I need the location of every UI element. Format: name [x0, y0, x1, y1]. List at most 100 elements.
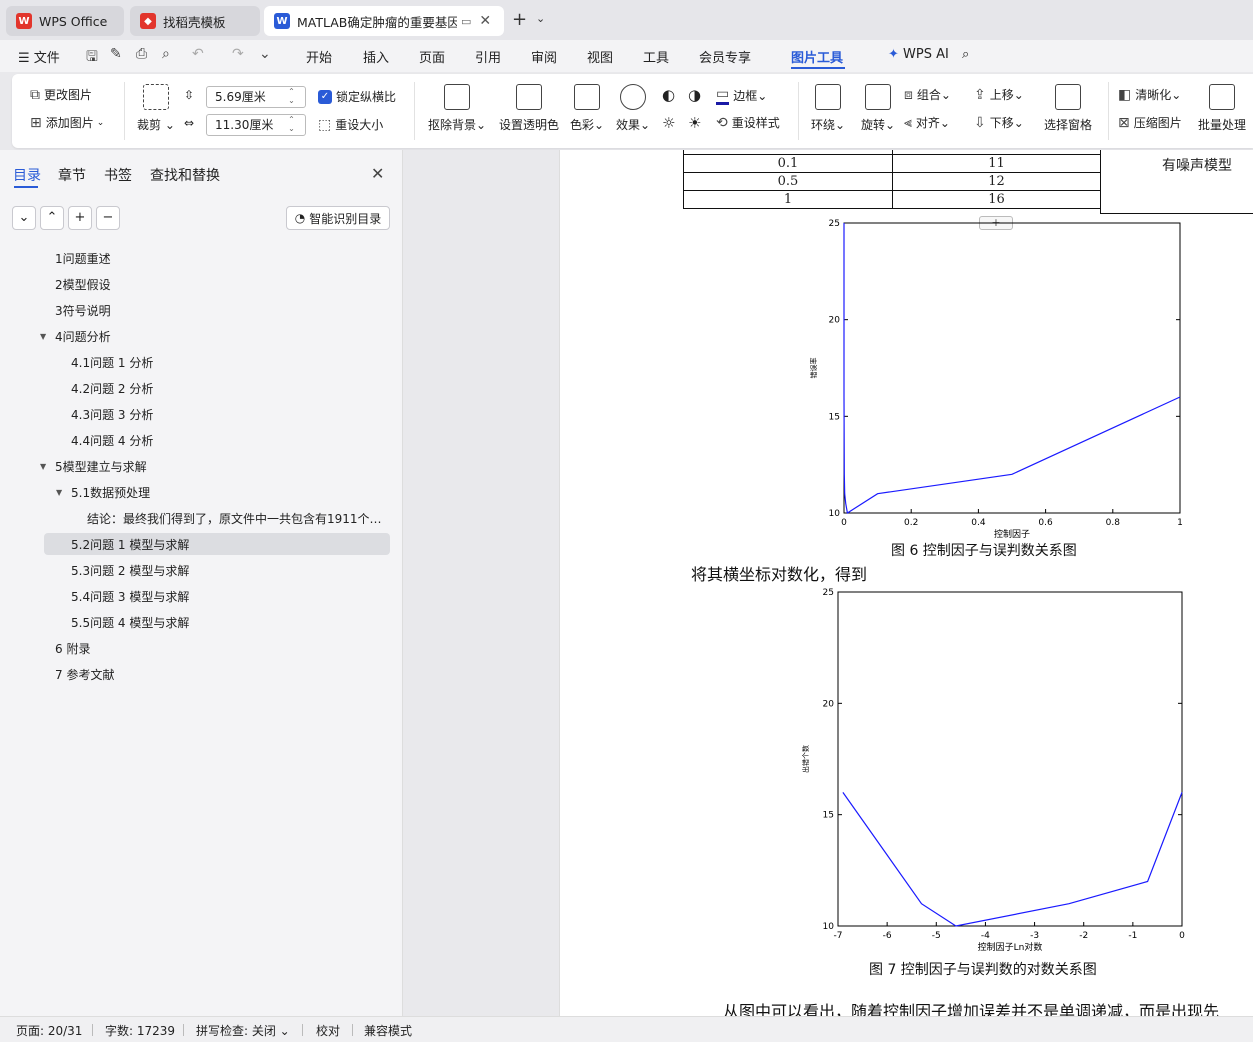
print-preview-icon[interactable]: ⌕	[162, 46, 170, 62]
chart-figure-6[interactable]: 0 0.2 0.4 0.6 0.8 1 10 15 20 25 控制因子 错误率	[796, 218, 1196, 540]
toc-item[interactable]: 5.4问题 3 模型与求解	[71, 586, 189, 608]
panel-tab-find-replace[interactable]: 查找和替换	[150, 165, 220, 185]
table-cell[interactable]: 0.1	[683, 154, 893, 173]
close-icon[interactable]: ✕	[371, 164, 384, 183]
bring-forward-button[interactable]: ⇪ 上移 ⌄	[974, 86, 1024, 103]
toc-item[interactable]: 4问题分析	[55, 326, 111, 348]
menu-tools[interactable]: 工具	[643, 47, 669, 66]
add-level-button[interactable]: +	[68, 206, 92, 230]
tab-document[interactable]: W MATLAB确定肿瘤的重要基因 ▭ ✕	[264, 6, 504, 36]
toc-expand-toggle-icon[interactable]: ▼	[40, 332, 46, 341]
collapse-up-button[interactable]: ⌃	[40, 206, 64, 230]
table-cell[interactable]: 1	[683, 190, 893, 209]
table-cell[interactable]: 16	[892, 190, 1101, 209]
page-indicator[interactable]: 页面: 20/31	[16, 1022, 82, 1039]
monitor-icon[interactable]: ▭	[461, 15, 471, 28]
send-backward-button[interactable]: ⇩ 下移 ⌄	[974, 114, 1024, 131]
compress-picture-button[interactable]: ⊠ 压缩图片	[1118, 114, 1182, 131]
toc-item[interactable]: 5模型建立与求解	[55, 456, 147, 478]
table-cell[interactable]: 12	[892, 172, 1101, 191]
group-button[interactable]: ⧈ 组合 ⌄	[904, 86, 951, 103]
save-icon[interactable]: 🖫	[86, 46, 98, 70]
batch-process-button[interactable]: 批量处理	[1194, 84, 1250, 133]
crop-button[interactable]: 裁剪 ⌄	[124, 84, 188, 133]
compress-icon: ⊠	[1118, 114, 1130, 131]
brightness-decrease-icon[interactable]: ◑	[688, 86, 701, 104]
menu-file[interactable]: ☰ 文件	[18, 47, 60, 66]
contrast-increase-icon[interactable]: ☼	[662, 114, 675, 132]
y-axis-label: 错误率	[809, 358, 818, 379]
toc-item[interactable]: 7 参考文献	[55, 664, 114, 686]
toc-item[interactable]: 3符号说明	[55, 300, 111, 322]
toc-item[interactable]: 1问题重述	[55, 248, 111, 270]
toc-item[interactable]: 4.2问题 2 分析	[71, 378, 153, 400]
set-transparent-button[interactable]: 设置透明色	[496, 84, 562, 133]
toc-item[interactable]: 结论：最终我们得到了，原文件中一共包含有1911个…	[87, 508, 382, 530]
toc-item[interactable]: 4.1问题 1 分析	[71, 352, 153, 374]
effect-button[interactable]: 效果⌄	[610, 84, 656, 133]
button-label: 组合	[916, 88, 941, 102]
wrap-button[interactable]: 环绕⌄	[802, 84, 854, 133]
reset-size-button[interactable]: ⬚ 重设大小	[318, 116, 383, 133]
toc-item[interactable]: 5.2问题 1 模型与求解	[71, 534, 189, 556]
search-icon[interactable]: ⌕	[962, 47, 969, 62]
tab-wps-office[interactable]: W WPS Office	[6, 6, 124, 36]
brightness-increase-icon[interactable]: ◐	[662, 86, 675, 104]
lock-ratio-checkbox[interactable]: ✓ 锁定纵横比	[318, 88, 396, 105]
menu-references[interactable]: 引用	[475, 47, 501, 66]
add-picture-button[interactable]: ⊞ 添加图片 ⌄	[30, 114, 104, 131]
x-tick-label: 0.2	[904, 518, 918, 528]
align-button[interactable]: ⫷ 对齐 ⌄	[904, 114, 950, 131]
remove-level-button[interactable]: −	[96, 206, 120, 230]
proofread-button[interactable]: 校对	[316, 1022, 340, 1039]
tab-docer-templates[interactable]: ◆ 找稻壳模板	[130, 6, 260, 36]
contrast-decrease-icon[interactable]: ☀	[688, 114, 701, 132]
color-button[interactable]: 色彩⌄	[564, 84, 610, 133]
border-button[interactable]: ▭ 边框 ⌄	[716, 86, 767, 105]
menu-wps-ai[interactable]: ✦ WPS AI	[888, 47, 949, 62]
button-label: 重设样式	[731, 116, 780, 130]
toc-item[interactable]: 5.1数据预处理	[71, 482, 150, 504]
word-count[interactable]: 字数: 17239	[105, 1022, 175, 1039]
toc-item[interactable]: 4.4问题 4 分析	[71, 430, 153, 452]
menu-review[interactable]: 审阅	[531, 47, 557, 66]
panel-tab-toc[interactable]: 目录	[13, 165, 41, 185]
menu-home[interactable]: 开始	[306, 47, 332, 66]
new-tab-icon[interactable]: +	[512, 9, 527, 30]
width-input[interactable]: 5.69厘米	[206, 86, 306, 108]
chevron-down-icon[interactable]: ⌄	[536, 12, 545, 25]
remove-background-button[interactable]: 抠除背景⌄	[424, 84, 490, 133]
toc-item[interactable]: 5.5问题 4 模型与求解	[71, 612, 189, 634]
selection-pane-button[interactable]: 选择窗格	[1038, 84, 1098, 133]
chart-figure-7[interactable]: -7 -6 -5 -4 -3 -2 -1 0 10 15 20 25 控制因子Ln对数 出错个数	[796, 584, 1196, 956]
rotate-button[interactable]: 旋转⌄	[852, 84, 904, 133]
menu-view[interactable]: 视图	[587, 47, 613, 66]
expand-down-button[interactable]: ⌄	[12, 206, 36, 230]
table-cell[interactable]: 0.5	[683, 172, 893, 191]
toc-item[interactable]: 5.3问题 2 模型与求解	[71, 560, 189, 582]
toc-item[interactable]: 2模型假设	[55, 274, 111, 296]
menu-picture-tools[interactable]: 图片工具	[791, 47, 843, 66]
pen-icon[interactable]: ✎	[110, 46, 122, 62]
menu-insert[interactable]: 插入	[363, 47, 389, 66]
panel-tab-sections[interactable]: 章节	[58, 165, 86, 185]
spell-check-toggle[interactable]: 拼写检查: 关闭 ⌄	[196, 1022, 290, 1039]
change-picture-button[interactable]: ⧉ 更改图片	[30, 86, 92, 103]
smart-toc-button[interactable]: ◔ 智能识别目录	[286, 206, 390, 230]
height-input[interactable]: 11.30厘米	[206, 114, 306, 136]
menu-page[interactable]: 页面	[419, 47, 445, 66]
undo-icon[interactable]: ↶	[192, 46, 204, 62]
menu-member[interactable]: 会员专享	[699, 47, 751, 66]
toc-expand-toggle-icon[interactable]: ▼	[40, 462, 46, 471]
redo-icon[interactable]: ↷	[232, 46, 244, 62]
chevron-down-icon[interactable]: ⌄	[259, 46, 271, 62]
toc-item[interactable]: 6 附录	[55, 638, 90, 660]
sharpen-button[interactable]: ◧ 清晰化 ⌄	[1118, 86, 1181, 103]
toc-item[interactable]: 4.3问题 3 分析	[71, 404, 153, 426]
reset-style-button[interactable]: ⟲ 重设样式	[716, 114, 780, 131]
close-icon[interactable]: ✕	[479, 13, 491, 29]
print-icon[interactable]: ⎙	[136, 46, 147, 62]
table-cell[interactable]: 11	[892, 154, 1101, 173]
toc-expand-toggle-icon[interactable]: ▼	[56, 488, 62, 497]
panel-tab-bookmarks[interactable]: 书签	[104, 165, 132, 185]
